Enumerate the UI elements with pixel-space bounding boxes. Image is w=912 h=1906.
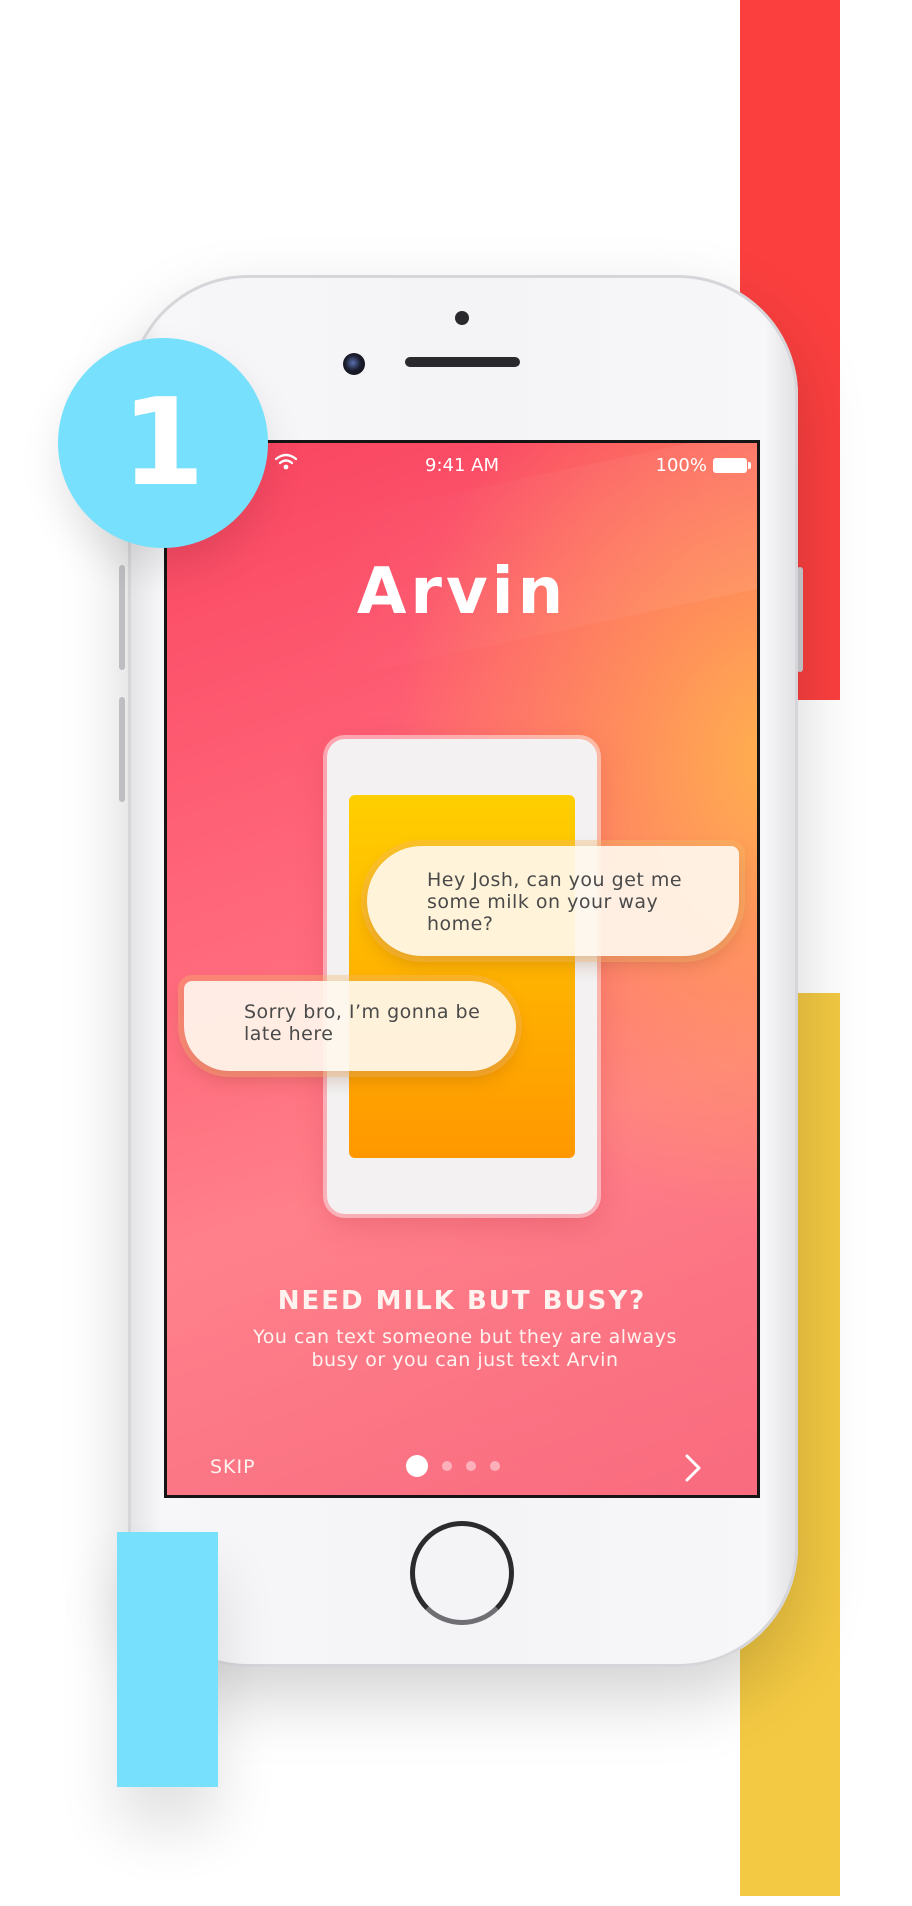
chat-bubble-incoming: Hey Josh, can you get me some milk on yo… [367,846,739,956]
front-camera [343,353,365,375]
battery-indicator: 100% [655,455,751,476]
illustration-phone [327,739,597,1214]
step-number-badge: 1 [58,338,268,548]
chat-bubble-incoming-text: Hey Josh, can you get me some milk on yo… [427,869,683,935]
chevron-right-icon [685,1454,701,1482]
page-indicator [406,1455,500,1477]
page-dot-4[interactable] [490,1461,500,1471]
battery-icon [713,458,751,473]
page-dot-3[interactable] [466,1461,476,1471]
page-dot-1[interactable] [406,1455,428,1477]
decorative-blue-bar [117,1532,218,1787]
volume-down-button [119,697,125,802]
chat-bubble-outgoing: Sorry bro, I’m gonna be late here [184,981,516,1071]
home-button [410,1521,514,1625]
showcase-canvas: 9:41 AM 100% Arvin Hey Josh, can you get… [0,0,912,1906]
onboarding-headline: NEED MILK BUT BUSY? [277,1286,647,1316]
volume-up-button [119,565,125,670]
skip-button[interactable]: SKIP [210,1456,256,1478]
proximity-sensor [455,311,469,325]
battery-percentage: 100% [655,455,707,476]
onboarding-description: You can text someone but they are always… [253,1326,677,1371]
phone-screen: 9:41 AM 100% Arvin Hey Josh, can you get… [164,440,760,1498]
step-number: 1 [121,373,205,513]
next-button[interactable] [677,1453,707,1483]
arvin-logo: Arvin [356,555,568,629]
page-dot-2[interactable] [442,1461,452,1471]
earpiece-speaker [405,357,520,367]
chat-bubble-outgoing-text: Sorry bro, I’m gonna be late here [244,1001,481,1045]
